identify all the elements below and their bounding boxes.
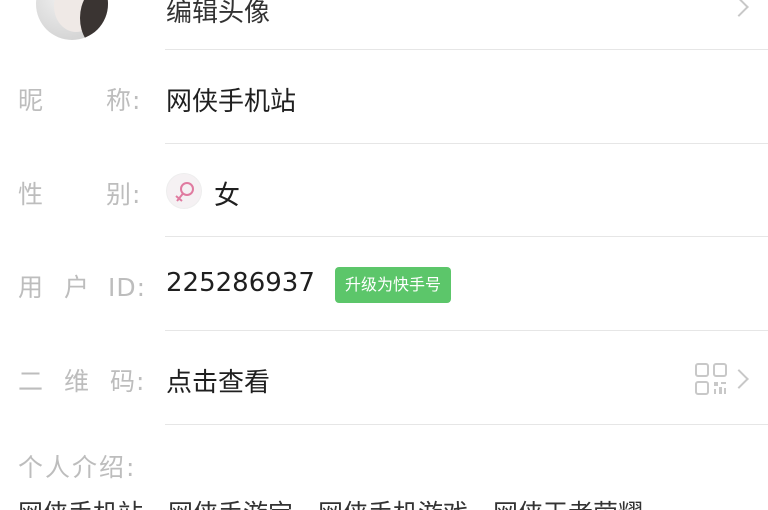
intro-text: 网侠手机站、网侠手游宝、网侠手机游戏、网侠王者荣耀 [18,494,643,510]
upgrade-badge-button[interactable]: 升级为快手号 [335,267,452,303]
divider [165,424,768,425]
intro-label: 个人介绍: [18,453,137,482]
qrcode-value: 点击查看 [166,368,271,398]
gender-row[interactable]: 性别: [0,144,768,236]
avatar[interactable] [36,0,108,40]
chevron-right-icon [729,0,749,17]
gender-value: 女 [214,181,241,211]
chevron-right-icon [729,369,749,389]
edit-avatar-row[interactable]: 编辑头像 [0,0,768,50]
qrcode-row[interactable]: 二维码: 点击查看 [0,331,768,424]
qrcode-label: 二维码: [18,367,146,396]
edit-avatar-label: 编辑头像 [166,0,271,28]
female-icon [166,173,202,209]
avatar-hair [80,0,108,40]
nickname-label: 昵称: [18,86,142,115]
user-id-value: 225286937 [166,268,315,298]
qr-code-icon [695,363,727,395]
nickname-row[interactable]: 昵称: 网侠手机站 [0,50,768,143]
gender-label: 性别: [18,180,142,209]
user-id-label: 用户 ID: [18,273,147,302]
nickname-value: 网侠手机站 [166,87,297,117]
